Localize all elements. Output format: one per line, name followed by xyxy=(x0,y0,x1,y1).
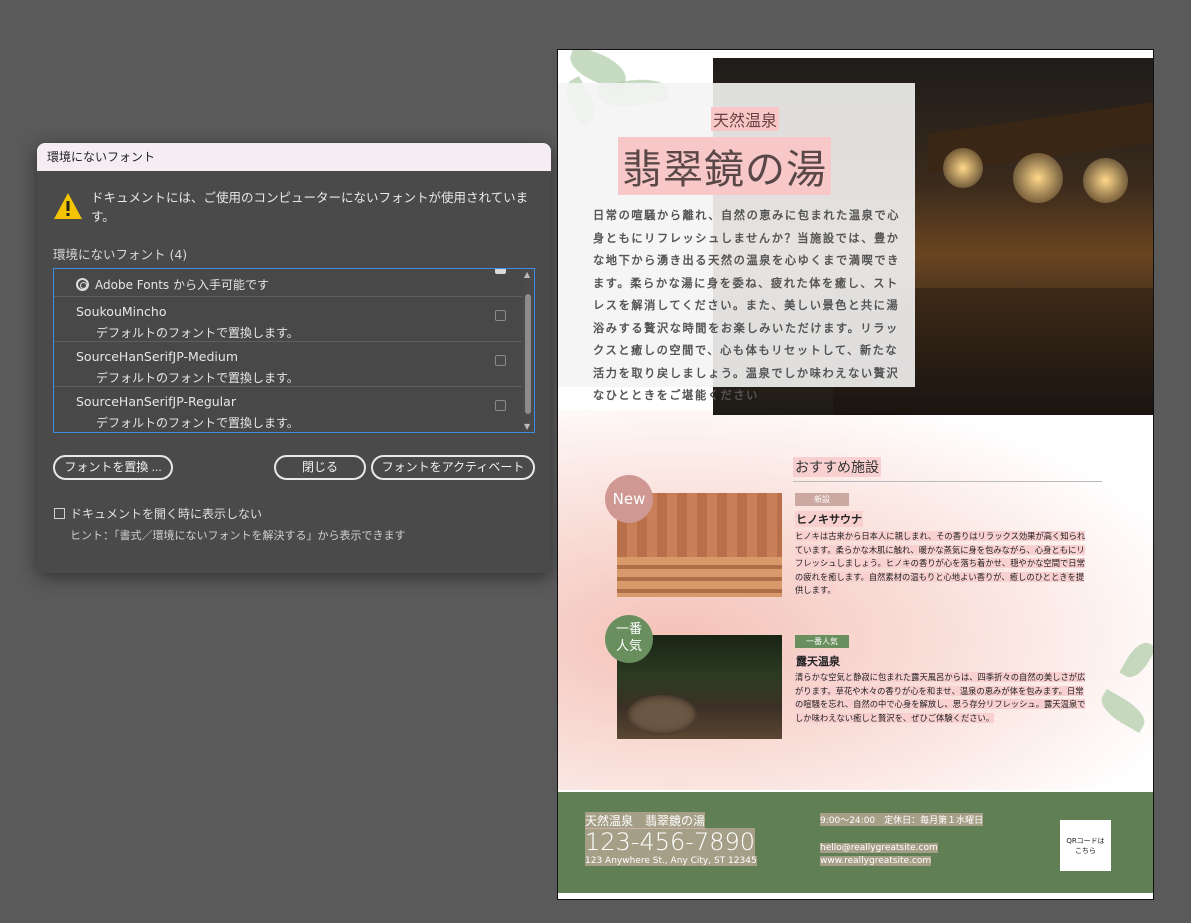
activate-fonts-button[interactable]: フォントをアクティベート xyxy=(371,455,535,480)
dont-show-checkbox[interactable]: ドキュメントを開く時に表示しない xyxy=(54,505,262,522)
warning-text: ドキュメントには、ご使用のコンピューターにないフォントが使用されています。 xyxy=(91,190,529,224)
footer-phone: 123-456-7890 xyxy=(585,828,756,856)
checkbox-box[interactable] xyxy=(54,508,65,519)
spa-label: 天然温泉 xyxy=(711,107,780,131)
font-row[interactable]: SourceHanSerifJP-Medium デフォルトのフォントで置換します… xyxy=(54,342,534,387)
intro-text: 日常の喧騒から離れ、自然の恵みに包まれた温泉で心身ともにリフレッシュしませんか？… xyxy=(593,209,901,402)
font-row[interactable]: Adobe Fonts から入手可能です xyxy=(54,269,534,297)
facility-name: 露天温泉 xyxy=(795,653,841,669)
font-name: SourceHanSerifJP-Medium xyxy=(76,349,238,364)
footer-name: 天然温泉 翡翠鏡の湯 xyxy=(585,812,706,829)
close-button[interactable]: 閉じる xyxy=(274,455,366,480)
hint-text: ヒント：「書式／環境にないフォントを解決する」から表示できます xyxy=(70,529,406,542)
font-row[interactable]: SoukouMincho デフォルトのフォントで置換します。 xyxy=(54,297,534,342)
font-row[interactable]: SourceHanSerifJP-Regular デフォルトのフォントで置換しま… xyxy=(54,387,534,432)
facility-desc: ヒノキは古来から日本人に親しまれ、その香りはリラックス効果が高く知られています。… xyxy=(795,531,1086,595)
font-checkbox[interactable] xyxy=(495,400,506,411)
font-status: Adobe Fonts から入手可能です xyxy=(95,278,269,292)
replace-font-button[interactable]: フォントを置換 ... xyxy=(53,455,173,480)
footer-hours: 9:00～24:00 定休日：毎月第１水曜日 xyxy=(820,813,984,826)
footer-address: 123 Anywhere St., Any City, ST 12345 xyxy=(585,856,757,866)
creative-cloud-icon xyxy=(76,278,89,291)
warning-row: ドキュメントには、ご使用のコンピューターにないフォントが使用されています。 xyxy=(53,187,551,225)
document-page: 天然温泉 翡翠鏡の湯 日常の喧騒から離れ、自然の恵みに包まれた温泉で心身ともにリ… xyxy=(557,49,1154,900)
font-name: SourceHanSerifJP-Regular xyxy=(76,394,236,409)
missing-fonts-label: 環境にないフォント (4) xyxy=(53,247,188,262)
facility-desc: 清らかな空気と静寂に包まれた露天風呂からは、四季折々の自然の美しさが広がります。… xyxy=(795,672,1086,723)
footer-email: hello@reallygreatsite.com xyxy=(820,843,938,853)
spa-title: 翡翠鏡の湯 xyxy=(618,137,831,195)
dialog-title: 環境にないフォント xyxy=(37,143,551,171)
font-checkbox[interactable] xyxy=(495,269,506,274)
font-status: デフォルトのフォントで置換します。 xyxy=(96,326,299,340)
warning-icon xyxy=(53,192,83,220)
scroll-up-icon[interactable]: ▲ xyxy=(524,270,530,279)
scroll-down-icon[interactable]: ▼ xyxy=(524,422,530,431)
qr-label: QRコードは こちら xyxy=(1066,837,1105,855)
divider xyxy=(793,481,1102,482)
popular-badge: 一番 人気 xyxy=(605,615,653,663)
section-title: おすすめ施設 xyxy=(793,457,881,477)
font-status: デフォルトのフォントで置換します。 xyxy=(96,416,299,430)
font-status: デフォルトのフォントで置換します。 xyxy=(96,371,299,385)
list-scrollbar[interactable]: ▲ ▼ xyxy=(522,269,534,432)
facility-tag: 新設 xyxy=(795,493,849,506)
facility-tag: 一番人気 xyxy=(795,635,849,648)
dont-show-label: ドキュメントを開く時に表示しない xyxy=(70,507,263,521)
font-checkbox[interactable] xyxy=(495,355,506,366)
font-name: SoukouMincho xyxy=(76,304,167,319)
scrollbar-thumb[interactable] xyxy=(525,294,531,414)
missing-font-list[interactable]: Adobe Fonts から入手可能です SoukouMincho デフォルトの… xyxy=(53,268,535,433)
font-checkbox[interactable] xyxy=(495,310,506,321)
footer-web: www.reallygreatsite.com xyxy=(820,856,932,866)
missing-fonts-dialog: 環境にないフォント ドキュメントには、ご使用のコンピューターにないフォントが使用… xyxy=(37,143,551,573)
facility-name: ヒノキサウナ xyxy=(795,511,863,527)
qr-code-box: QRコードは こちら xyxy=(1060,820,1111,871)
new-badge: New xyxy=(605,475,653,523)
